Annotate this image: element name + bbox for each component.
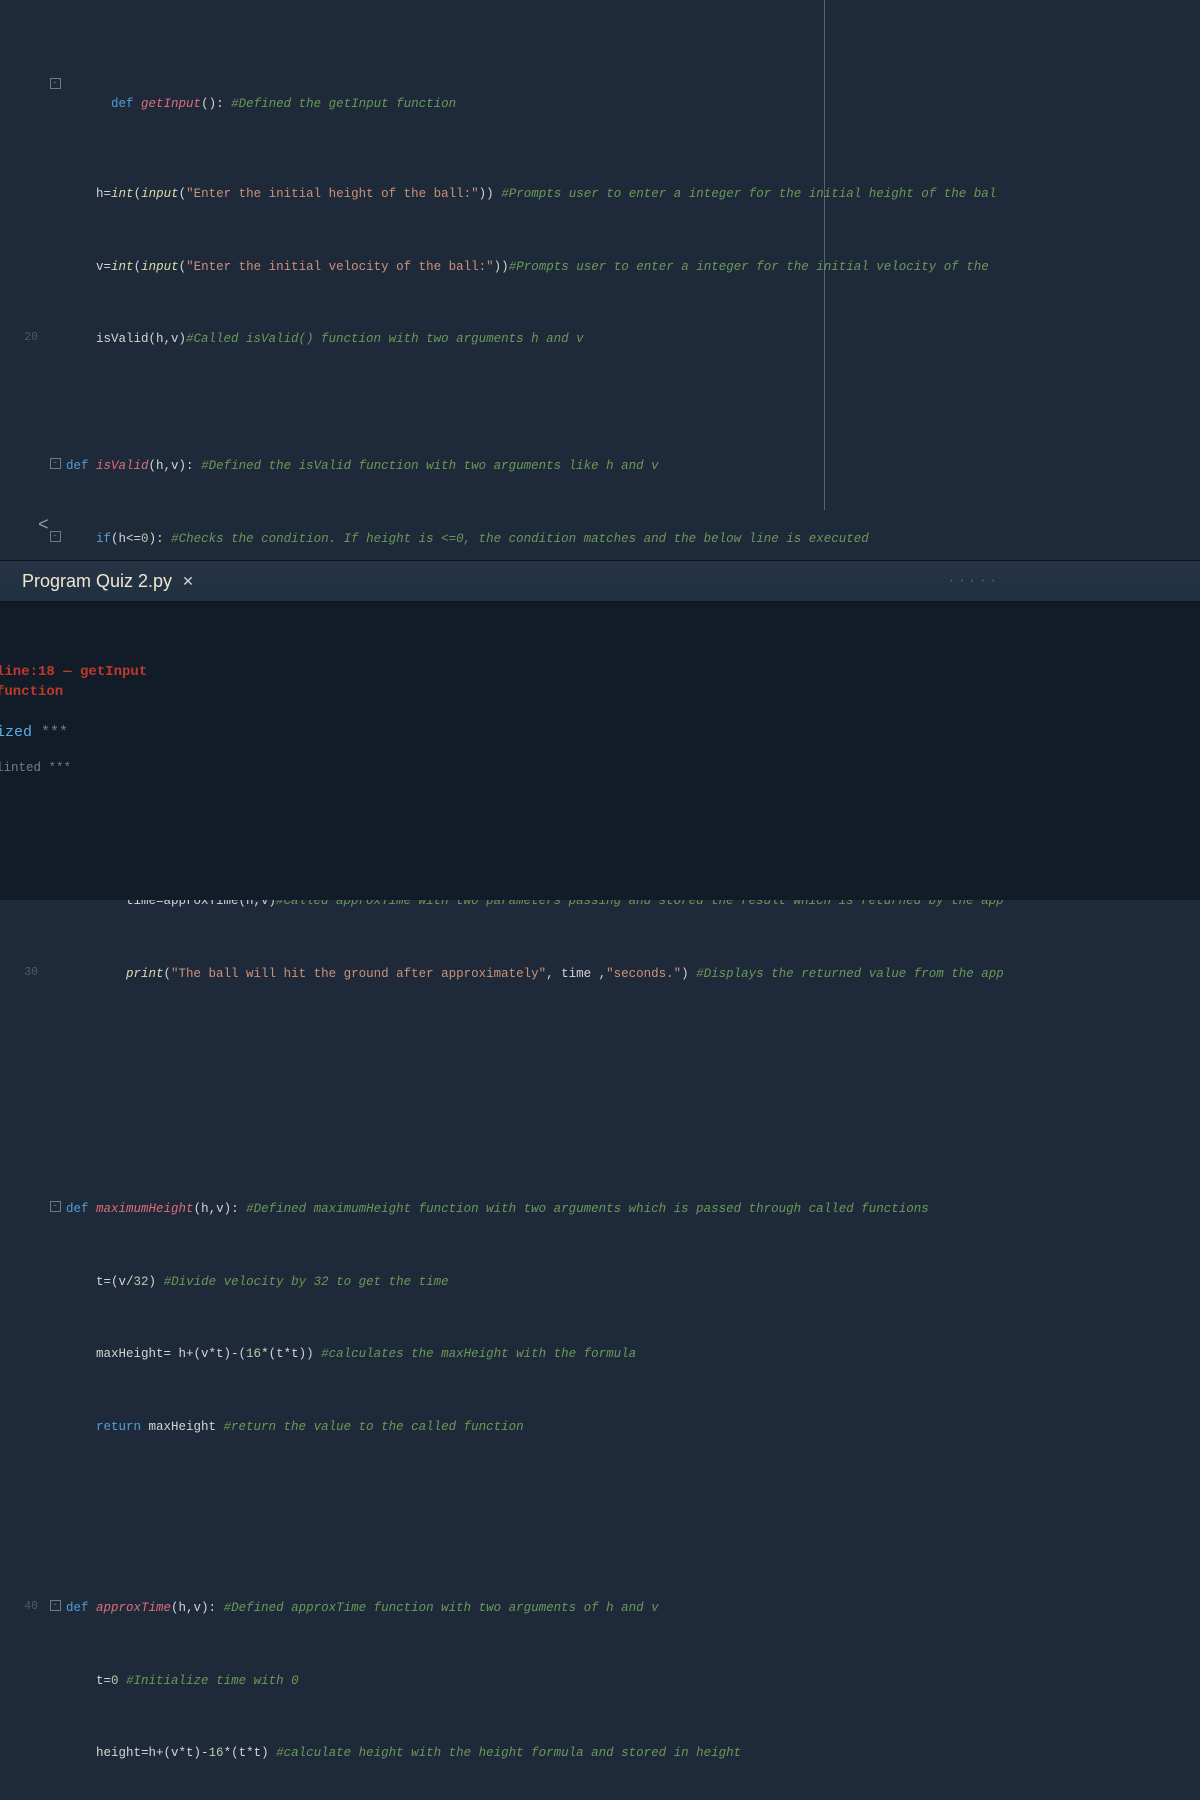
- code-line: maxHeight= h+(v*t)-(16*(t*t)) #calculate…: [0, 1345, 1200, 1363]
- code-line: 30 print("The ball will hit the ground a…: [0, 965, 1200, 983]
- fold-toggle-icon[interactable]: -: [50, 78, 61, 89]
- code-line: -def maximumHeight(h,v): #Defined maximu…: [0, 1200, 1200, 1218]
- console-error-line: function: [0, 682, 1200, 702]
- code-line: - if(h<=0): #Checks the condition. If he…: [0, 530, 1200, 548]
- console-info-line: ized ***: [0, 722, 1200, 743]
- console-dim-line: linted ***: [0, 761, 1200, 775]
- output-panel[interactable]: line:18 — getInput function ized *** lin…: [0, 602, 1200, 900]
- console-error-line: line:18 — getInput: [0, 662, 1200, 682]
- scroll-left-icon[interactable]: <: [38, 516, 49, 536]
- code-line: t=0 #Initialize time with 0: [0, 1672, 1200, 1690]
- code-line: h=int(input("Enter the initial height of…: [0, 185, 1200, 203]
- code-line: -def isValid(h,v): #Defined the isValid …: [0, 457, 1200, 475]
- fold-toggle-icon[interactable]: -: [50, 1600, 61, 1611]
- code-line: v=int(input("Enter the initial velocity …: [0, 258, 1200, 276]
- tab-overflow-icon: ·····: [947, 574, 1000, 588]
- code-line: - def getInput(): #Defined the getInput …: [0, 77, 1200, 131]
- fold-toggle-icon[interactable]: -: [50, 458, 61, 469]
- fold-toggle-icon[interactable]: -: [50, 1201, 61, 1212]
- fold-toggle-icon[interactable]: -: [50, 531, 61, 542]
- close-tab-icon[interactable]: ✕: [182, 573, 194, 590]
- line-number: [0, 77, 44, 94]
- code-line: 40-def approxTime(h,v): #Defined approxT…: [0, 1599, 1200, 1617]
- fold-column: -: [44, 77, 66, 92]
- code-line: t=(v/32) #Divide velocity by 32 to get t…: [0, 1273, 1200, 1291]
- code-line: return maxHeight #return the value to th…: [0, 1418, 1200, 1436]
- code-line: height=h+(v*t)-16*(t*t) #calculate heigh…: [0, 1744, 1200, 1762]
- tab-label: Program Quiz 2.py: [22, 571, 172, 592]
- file-tab-active[interactable]: Program Quiz 2.py ✕: [8, 561, 208, 601]
- code-line: 20 isValid(h,v)#Called isValid() functio…: [0, 330, 1200, 348]
- code-editor[interactable]: - def getInput(): #Defined the getInput …: [0, 0, 1200, 1800]
- tab-bar: Program Quiz 2.py ✕ ·····: [0, 560, 1200, 602]
